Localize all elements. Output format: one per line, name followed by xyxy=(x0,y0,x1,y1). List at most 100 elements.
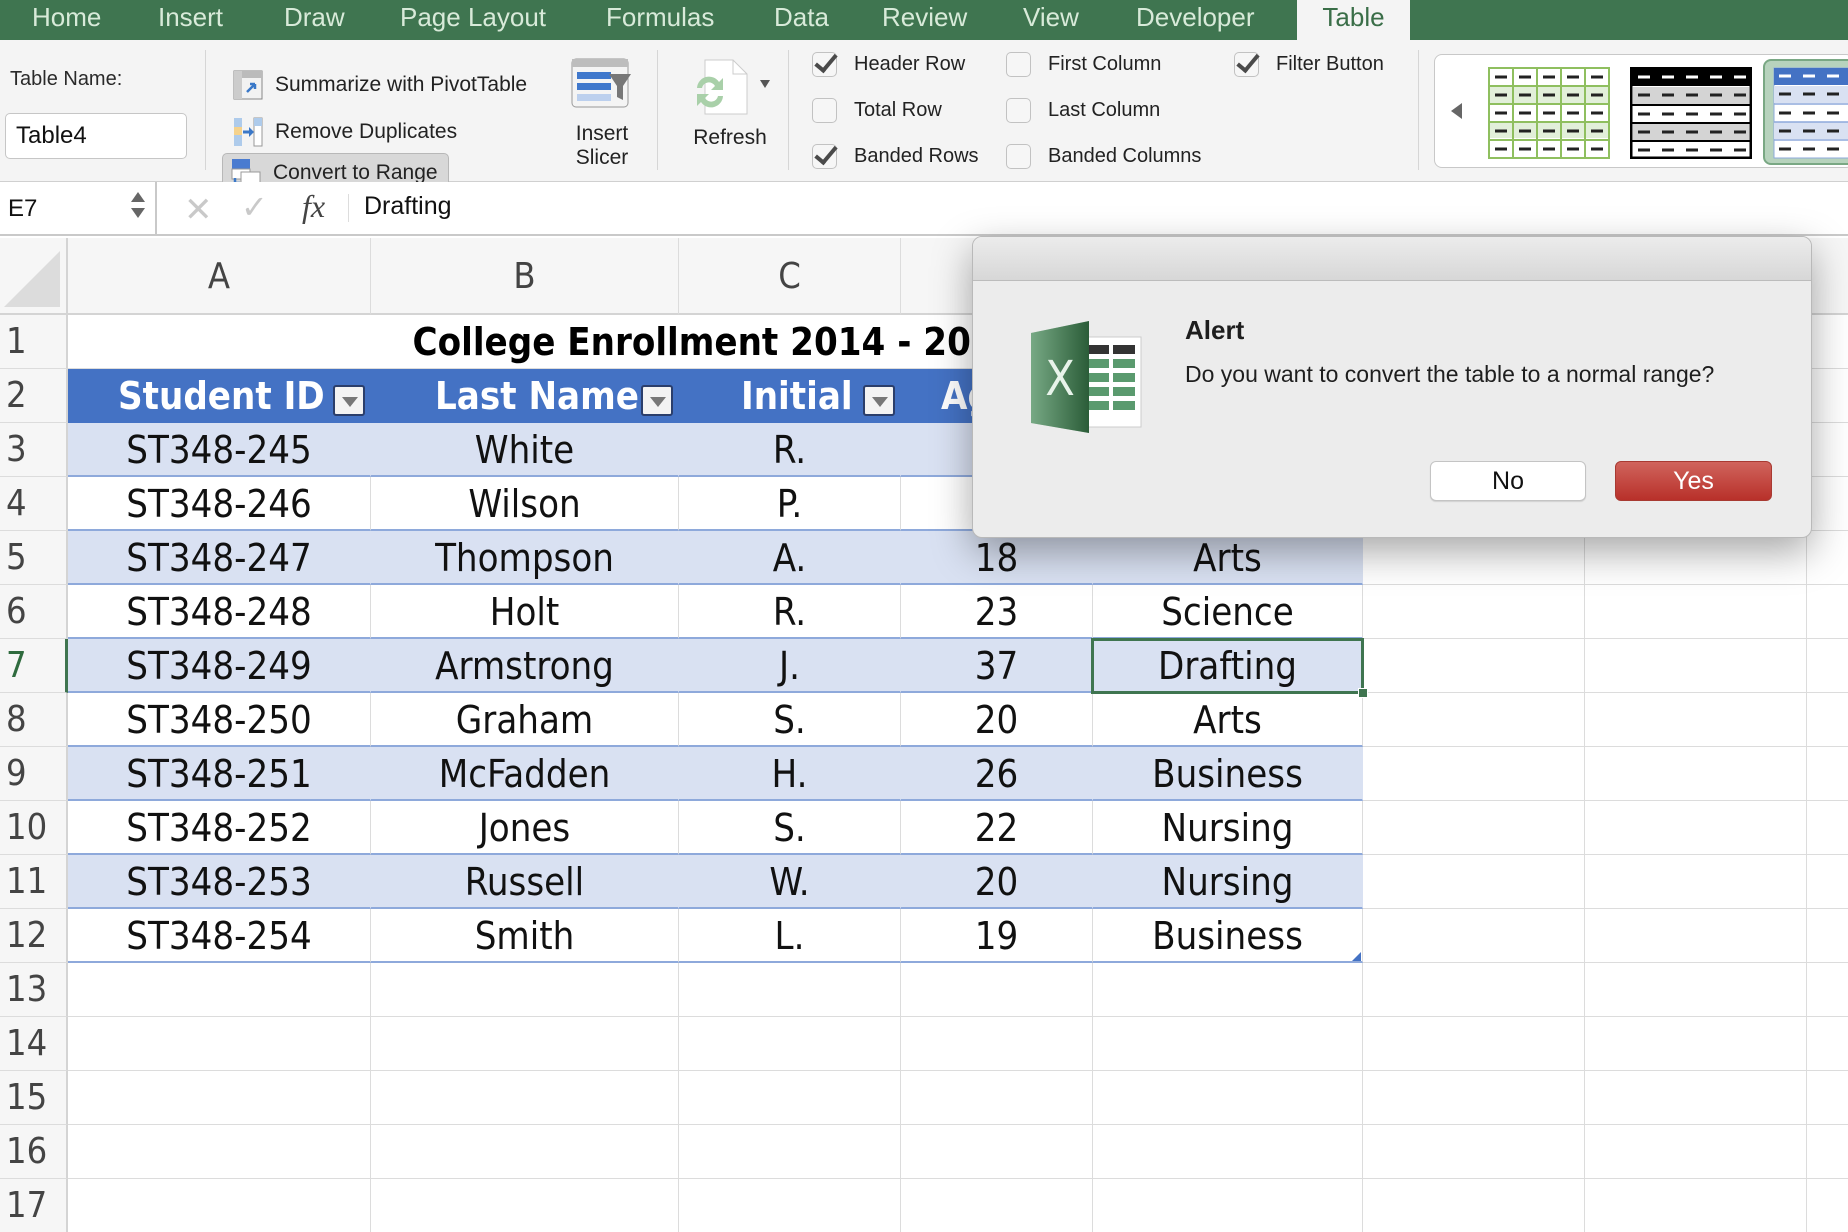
table-cell-d7[interactable]: 37 xyxy=(901,639,1093,693)
dialog-title-bar[interactable] xyxy=(973,237,1811,281)
table-cell-e6[interactable]: Science xyxy=(1093,585,1363,639)
cell-e16[interactable] xyxy=(1093,1125,1363,1179)
table-cell-e10[interactable]: Nursing xyxy=(1093,801,1363,855)
cell-g5[interactable] xyxy=(1585,531,1807,585)
cell-c17[interactable] xyxy=(679,1179,901,1232)
cancel-icon[interactable]: ✕ xyxy=(184,190,213,230)
table-cell-b11[interactable]: Russell xyxy=(371,855,679,909)
cell-a15[interactable] xyxy=(68,1071,371,1125)
cell-d17[interactable] xyxy=(901,1179,1093,1232)
table-cell-b9[interactable]: McFadden xyxy=(371,747,679,801)
filter-dropdown-icon[interactable] xyxy=(863,385,895,416)
cell-f7[interactable] xyxy=(1363,639,1585,693)
cell-h3[interactable] xyxy=(1807,423,1848,477)
row-header-12[interactable]: 12 xyxy=(0,909,68,963)
row-header-10[interactable]: 10 xyxy=(0,801,68,855)
row-header-3[interactable]: 3 xyxy=(0,423,68,477)
cell-f13[interactable] xyxy=(1363,963,1585,1017)
cell-f15[interactable] xyxy=(1363,1071,1585,1125)
cell-h1[interactable] xyxy=(1807,315,1848,369)
cell-a17[interactable] xyxy=(68,1179,371,1232)
table-cell-a4[interactable]: ST348-246 xyxy=(68,477,371,531)
tab-page-layout[interactable]: Page Layout xyxy=(400,0,546,40)
cell-f6[interactable] xyxy=(1363,585,1585,639)
row-header-17[interactable]: 17 xyxy=(0,1179,68,1232)
cell-f9[interactable] xyxy=(1363,747,1585,801)
cell-b17[interactable] xyxy=(371,1179,679,1232)
filter-dropdown-icon[interactable] xyxy=(333,385,365,416)
table-cell-d5[interactable]: 18 xyxy=(901,531,1093,585)
cell-e15[interactable] xyxy=(1093,1071,1363,1125)
active-cell-selection[interactable] xyxy=(1091,638,1364,694)
cell-h15[interactable] xyxy=(1807,1071,1848,1125)
row-header-11[interactable]: 11 xyxy=(0,855,68,909)
cell-d13[interactable] xyxy=(901,963,1093,1017)
remove-duplicates-button[interactable]: Remove Duplicates xyxy=(233,112,457,152)
table-cell-b3[interactable]: White xyxy=(371,423,679,477)
cell-h14[interactable] xyxy=(1807,1017,1848,1071)
cell-h6[interactable] xyxy=(1807,585,1848,639)
cell-f14[interactable] xyxy=(1363,1017,1585,1071)
table-cell-b4[interactable]: Wilson xyxy=(371,477,679,531)
cell-g6[interactable] xyxy=(1585,585,1807,639)
cell-h4[interactable] xyxy=(1807,477,1848,531)
header-row-checkbox[interactable]: Header Row xyxy=(812,52,965,77)
table-cell-c6[interactable]: R. xyxy=(679,585,901,639)
row-header-1[interactable]: 1 xyxy=(0,315,68,369)
table-cell-c12[interactable]: L. xyxy=(679,909,901,963)
tab-insert[interactable]: Insert xyxy=(158,0,223,40)
table-header-cell[interactable]: Last Name xyxy=(371,369,679,423)
cell-d15[interactable] xyxy=(901,1071,1093,1125)
cell-g16[interactable] xyxy=(1585,1125,1807,1179)
row-header-5[interactable]: 5 xyxy=(0,531,68,585)
row-header-6[interactable]: 6 xyxy=(0,585,68,639)
cell-c16[interactable] xyxy=(679,1125,901,1179)
table-cell-d11[interactable]: 20 xyxy=(901,855,1093,909)
select-all-button[interactable] xyxy=(0,238,68,315)
no-button[interactable]: No xyxy=(1430,461,1586,501)
table-cell-a6[interactable]: ST348-248 xyxy=(68,585,371,639)
banded-rows-checkbox[interactable]: Banded Rows xyxy=(812,144,979,169)
cell-h11[interactable] xyxy=(1807,855,1848,909)
cell-g11[interactable] xyxy=(1585,855,1807,909)
table-cell-d12[interactable]: 19 xyxy=(901,909,1093,963)
table-cell-e8[interactable]: Arts xyxy=(1093,693,1363,747)
refresh-button[interactable]: Refresh xyxy=(678,58,782,150)
enter-check-icon[interactable]: ✓ xyxy=(241,188,268,226)
column-header-b[interactable]: B xyxy=(371,238,679,315)
table-cell-c8[interactable]: S. xyxy=(679,693,901,747)
table-style-blue-medium-selected[interactable] xyxy=(1763,59,1848,165)
column-header-c[interactable]: C xyxy=(679,238,901,315)
name-box-stepper[interactable] xyxy=(131,192,145,218)
cell-g14[interactable] xyxy=(1585,1017,1807,1071)
cell-a14[interactable] xyxy=(68,1017,371,1071)
tab-data[interactable]: Data xyxy=(774,0,829,40)
table-header-cell[interactable]: Initial xyxy=(679,369,901,423)
cell-f11[interactable] xyxy=(1363,855,1585,909)
tab-table[interactable]: Table xyxy=(1297,0,1410,40)
table-cell-e5[interactable]: Arts xyxy=(1093,531,1363,585)
cell-h7[interactable] xyxy=(1807,639,1848,693)
cell-e17[interactable] xyxy=(1093,1179,1363,1232)
tab-home[interactable]: Home xyxy=(32,0,101,40)
cell-h12[interactable] xyxy=(1807,909,1848,963)
table-cell-d8[interactable]: 20 xyxy=(901,693,1093,747)
table-cell-a5[interactable]: ST348-247 xyxy=(68,531,371,585)
tab-review[interactable]: Review xyxy=(882,0,967,40)
table-cell-d9[interactable]: 26 xyxy=(901,747,1093,801)
tab-developer[interactable]: Developer xyxy=(1136,0,1255,40)
row-header-14[interactable]: 14 xyxy=(0,1017,68,1071)
table-cell-c11[interactable]: W. xyxy=(679,855,901,909)
refresh-dropdown-arrow[interactable] xyxy=(752,80,772,100)
table-cell-b7[interactable]: Armstrong xyxy=(371,639,679,693)
table-cell-d6[interactable]: 23 xyxy=(901,585,1093,639)
table-cell-e12[interactable]: Business xyxy=(1093,909,1363,963)
table-cell-b12[interactable]: Smith xyxy=(371,909,679,963)
tab-formulas[interactable]: Formulas xyxy=(606,0,714,40)
cell-g13[interactable] xyxy=(1585,963,1807,1017)
row-header-16[interactable]: 16 xyxy=(0,1125,68,1179)
cell-h16[interactable] xyxy=(1807,1125,1848,1179)
name-box[interactable]: E7 xyxy=(0,182,157,234)
cell-b14[interactable] xyxy=(371,1017,679,1071)
table-cell-b6[interactable]: Holt xyxy=(371,585,679,639)
